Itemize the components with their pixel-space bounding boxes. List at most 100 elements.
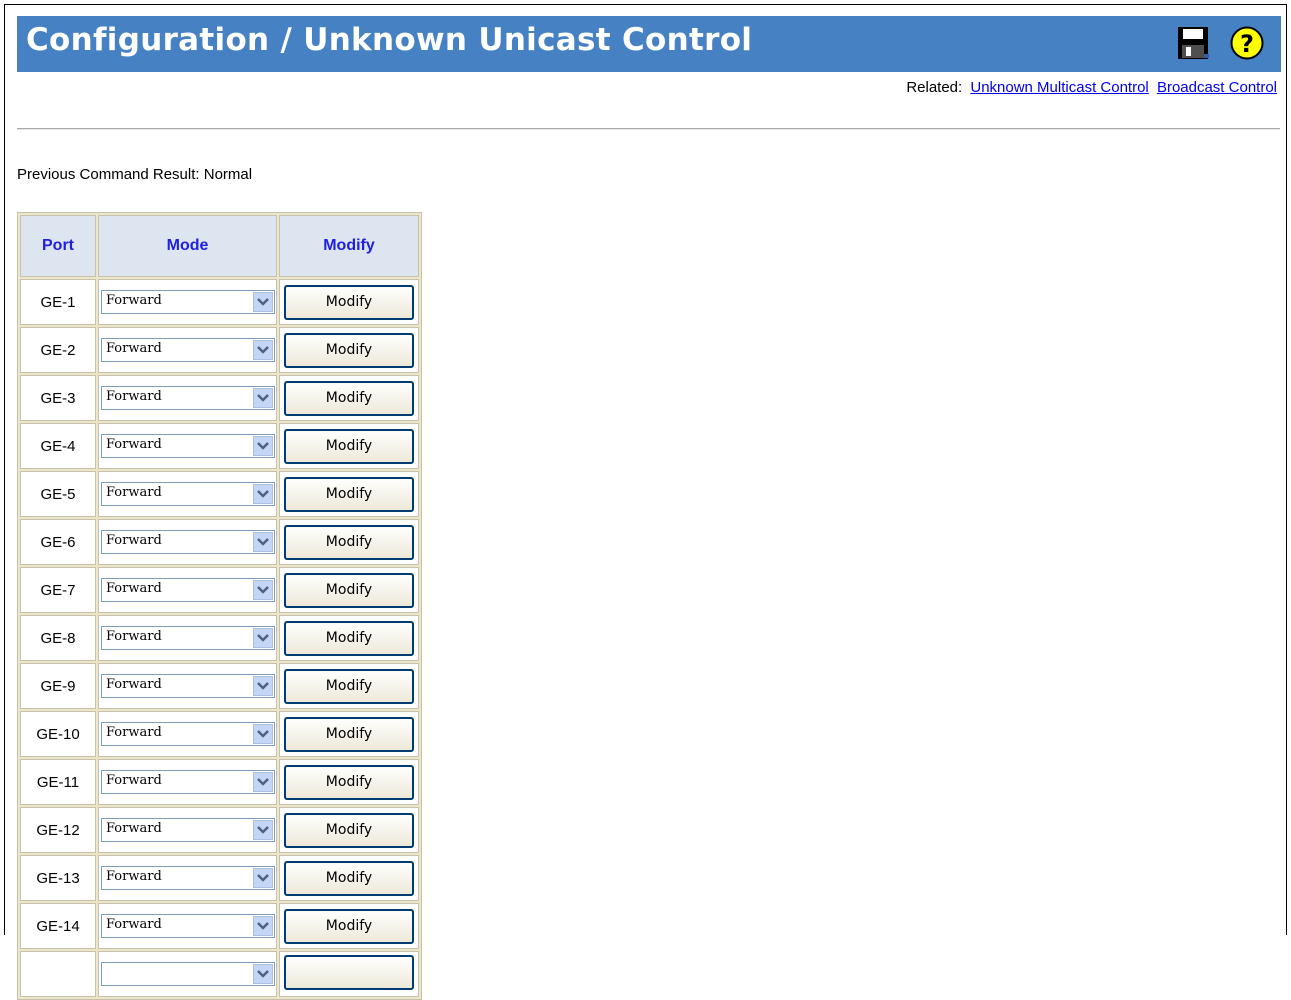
modify-button[interactable] (284, 954, 414, 990)
chevron-down-icon[interactable] (253, 436, 273, 456)
table-row: GE-10 Forward Modify (20, 711, 419, 757)
table-row: GE-11 Forward Modify (20, 759, 419, 805)
modify-button[interactable]: Modify (284, 380, 414, 416)
mode-select[interactable]: Forward (101, 866, 275, 890)
mode-select-value: Forward (106, 485, 162, 500)
modify-button[interactable]: Modify (284, 764, 414, 800)
divider (17, 128, 1280, 130)
chevron-down-icon[interactable] (253, 916, 273, 936)
mode-cell: Forward (98, 855, 277, 901)
port-cell: GE-10 (20, 711, 96, 757)
mode-cell: Forward (98, 711, 277, 757)
mode-select-value: Forward (106, 629, 162, 644)
mode-cell: Forward (98, 615, 277, 661)
chevron-down-icon[interactable] (253, 580, 273, 600)
chevron-down-icon[interactable] (253, 724, 273, 744)
mode-select[interactable]: Forward (101, 914, 275, 938)
modify-button[interactable]: Modify (284, 620, 414, 656)
mode-select[interactable]: Forward (101, 386, 275, 410)
port-table: Port Mode Modify GE-1 Forward Modify GE-2 Fo… (17, 212, 422, 1000)
chevron-down-icon[interactable] (253, 676, 273, 696)
command-result: Previous Command Result: Normal (17, 166, 253, 183)
save-icon[interactable] (1177, 26, 1209, 60)
mode-cell (98, 951, 277, 997)
chevron-down-icon[interactable] (253, 628, 273, 648)
related-label: Related: (906, 79, 963, 96)
mode-select-value: Forward (106, 341, 162, 356)
port-cell: GE-7 (20, 567, 96, 613)
port-cell: GE-14 (20, 903, 96, 949)
chevron-down-icon[interactable] (253, 820, 273, 840)
mode-select-value: Forward (106, 725, 162, 740)
chevron-down-icon[interactable] (253, 292, 273, 312)
mode-select-value: Forward (106, 821, 162, 836)
mode-select[interactable]: Forward (101, 674, 275, 698)
chevron-down-icon[interactable] (253, 484, 273, 504)
mode-select[interactable]: Forward (101, 770, 275, 794)
mode-cell: Forward (98, 279, 277, 325)
mode-select[interactable]: Forward (101, 338, 275, 362)
mode-select[interactable]: Forward (101, 626, 275, 650)
modify-cell: Modify (279, 903, 419, 949)
table-row: GE-1 Forward Modify (20, 279, 419, 325)
modify-cell: Modify (279, 567, 419, 613)
mode-select-value: Forward (106, 917, 162, 932)
mode-select-value: Forward (106, 581, 162, 596)
modify-button[interactable]: Modify (284, 428, 414, 464)
modify-cell: Modify (279, 855, 419, 901)
modify-cell (279, 951, 419, 997)
mode-select-value: Forward (106, 293, 162, 308)
chevron-down-icon[interactable] (253, 532, 273, 552)
chevron-down-icon[interactable] (253, 964, 273, 984)
table-row: GE-6 Forward Modify (20, 519, 419, 565)
port-cell: GE-9 (20, 663, 96, 709)
mode-select-value: Forward (106, 677, 162, 692)
mode-cell: Forward (98, 423, 277, 469)
mode-cell: Forward (98, 759, 277, 805)
mode-select[interactable]: Forward (101, 818, 275, 842)
mode-cell: Forward (98, 519, 277, 565)
mode-select-value: Forward (106, 389, 162, 404)
port-cell: GE-12 (20, 807, 96, 853)
link-unknown-multicast-control[interactable]: Unknown Multicast Control (970, 79, 1148, 96)
mode-select[interactable]: Forward (101, 434, 275, 458)
table-header-row: Port Mode Modify (20, 215, 419, 277)
mode-cell: Forward (98, 327, 277, 373)
modify-button[interactable]: Modify (284, 860, 414, 896)
modify-button[interactable]: Modify (284, 908, 414, 944)
chevron-down-icon[interactable] (253, 340, 273, 360)
svg-text:?: ? (1240, 30, 1254, 58)
port-cell: GE-6 (20, 519, 96, 565)
modify-cell: Modify (279, 663, 419, 709)
modify-cell: Modify (279, 519, 419, 565)
table-row (20, 951, 419, 997)
chevron-down-icon[interactable] (253, 772, 273, 792)
mode-select[interactable] (101, 962, 275, 986)
mode-select[interactable]: Forward (101, 530, 275, 554)
modify-button[interactable]: Modify (284, 572, 414, 608)
modify-button[interactable]: Modify (284, 812, 414, 848)
mode-select-value: Forward (106, 869, 162, 884)
modify-button[interactable]: Modify (284, 332, 414, 368)
mode-cell: Forward (98, 375, 277, 421)
chevron-down-icon[interactable] (253, 388, 273, 408)
modify-button[interactable]: Modify (284, 668, 414, 704)
mode-select[interactable]: Forward (101, 578, 275, 602)
modify-button[interactable]: Modify (284, 524, 414, 560)
mode-cell: Forward (98, 807, 277, 853)
link-broadcast-control[interactable]: Broadcast Control (1157, 79, 1277, 96)
modify-cell: Modify (279, 375, 419, 421)
modify-button[interactable]: Modify (284, 284, 414, 320)
modify-button[interactable]: Modify (284, 716, 414, 752)
modify-cell: Modify (279, 327, 419, 373)
table-row: GE-13 Forward Modify (20, 855, 419, 901)
chevron-down-icon[interactable] (253, 868, 273, 888)
mode-select[interactable]: Forward (101, 722, 275, 746)
table-row: GE-8 Forward Modify (20, 615, 419, 661)
mode-select-value: Forward (106, 533, 162, 548)
mode-select[interactable]: Forward (101, 290, 275, 314)
title-bar: Configuration / Unknown Unicast Control … (17, 16, 1281, 72)
help-icon[interactable]: ? (1230, 26, 1264, 60)
modify-button[interactable]: Modify (284, 476, 414, 512)
mode-select[interactable]: Forward (101, 482, 275, 506)
